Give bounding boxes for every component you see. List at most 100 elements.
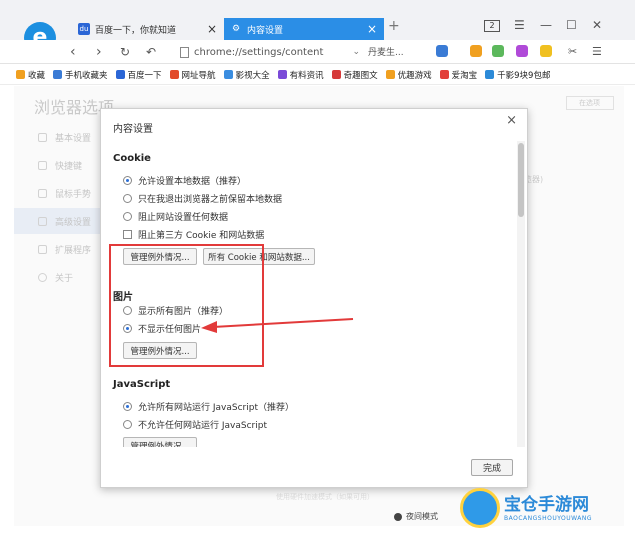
bookmark-label: 千影9块9包邮 (497, 70, 551, 81)
maximize-icon[interactable]: ☐ (566, 18, 577, 32)
moon-icon (394, 512, 402, 521)
info-icon (38, 272, 47, 282)
bookmark-icon (277, 70, 287, 79)
radio-button[interactable] (123, 176, 132, 185)
keyboard-icon (38, 160, 47, 170)
chevron-down-icon[interactable]: ⌄ (352, 47, 360, 57)
tab-count-badge[interactable]: 2 (484, 20, 500, 32)
tab-label: 百度一下，你就知道 (95, 25, 177, 36)
dialog-title: 内容设置 (113, 124, 153, 135)
tab-baidu[interactable]: du 百度一下，你就知道 × (72, 18, 224, 40)
sidebar-item-label: 扩展程序 (55, 245, 92, 256)
bookmark-item[interactable]: 有料资讯 (277, 69, 324, 81)
search-box[interactable]: 丹麦生... (368, 45, 404, 58)
undo-close-icon[interactable]: ↶ (146, 44, 156, 60)
sidebar-item-gestures[interactable]: 鼠标手势 (14, 180, 100, 206)
bookmark-icon (169, 70, 179, 79)
bookmark-label: 有料资讯 (289, 70, 324, 81)
watermark-logo: 宝仓手游网 BAOCANGSHOUYOUWANG (460, 488, 592, 528)
bookmark-icon (385, 70, 395, 79)
baidu-favicon-icon: du (78, 23, 90, 35)
extension-icon[interactable] (470, 45, 482, 57)
bookmark-label: 奇趣图文 (343, 70, 378, 81)
bookmark-label: 收藏 (28, 70, 46, 81)
close-window-icon[interactable]: ✕ (592, 18, 602, 32)
watermark-icon (460, 488, 500, 528)
sidebar-item-shortcuts[interactable]: 快捷键 (14, 152, 100, 178)
radio-button[interactable] (123, 420, 132, 429)
bookmark-label: 影视大全 (235, 70, 270, 81)
sidebar-item-label: 高级设置 (55, 217, 92, 228)
menu-icon[interactable]: ☰ (592, 45, 604, 58)
back-icon[interactable]: ‹ (70, 44, 76, 60)
sidebar-item-label: 鼠标手势 (55, 189, 92, 200)
option-label: 阻止第三方 Cookie 和网站数据 (138, 231, 265, 241)
settings-search-input[interactable]: 在选项 (566, 96, 614, 110)
scrollbar-thumb[interactable] (518, 143, 524, 217)
cookie-option-allow[interactable]: 允许设置本地数据（推荐） (123, 174, 246, 187)
apps-icon[interactable] (436, 45, 448, 57)
puzzle-icon (38, 244, 47, 254)
bookmark-icon (115, 70, 125, 79)
javascript-option-allow[interactable]: 允许所有网站运行 JavaScript（推荐） (123, 400, 294, 413)
bookmark-item[interactable]: 百度一下 (115, 69, 162, 81)
watermark-name: 宝仓手游网 (504, 494, 589, 515)
bookmark-icon (223, 70, 233, 79)
bookmark-item[interactable]: 优趣游戏 (385, 69, 432, 81)
reload-icon[interactable]: ↻ (120, 44, 130, 60)
close-icon[interactable]: × (506, 113, 517, 128)
tab-label: 内容设置 (247, 25, 284, 36)
cut-icon[interactable]: ✂ (568, 45, 580, 58)
close-tab-icon[interactable]: × (206, 22, 218, 36)
bookmark-item[interactable]: 网址导航 (169, 69, 216, 81)
extension-icon[interactable] (540, 45, 552, 57)
option-label: 阻止网站设置任何数据 (138, 213, 229, 223)
forward-icon[interactable]: › (96, 44, 102, 60)
sidebar-item-advanced[interactable]: 高级设置 (14, 208, 100, 234)
extension-icon[interactable] (516, 45, 528, 57)
cookie-option-block[interactable]: 阻止网站设置任何数据 (123, 210, 228, 223)
sidebar-item-basic[interactable]: 基本设置 (14, 124, 100, 150)
bookmark-item[interactable]: 千影9块9包邮 (485, 69, 550, 81)
sidebar-item-label: 基本设置 (55, 133, 92, 144)
cookie-option-session[interactable]: 只在我退出浏览器之前保留本地数据 (123, 192, 282, 205)
option-label: 只在我退出浏览器之前保留本地数据 (138, 195, 283, 205)
bookmark-item[interactable]: 奇趣图文 (331, 69, 378, 81)
option-label: 允许所有网站运行 JavaScript（推荐） (138, 403, 294, 413)
bookmark-item[interactable]: 手机收藏夹 (53, 69, 108, 81)
gear-icon (38, 216, 47, 226)
bookmark-icon (331, 70, 341, 79)
minimize-icon[interactable]: — (540, 18, 552, 32)
bookmarks-bar: 收藏 手机收藏夹 百度一下 网址导航 影视大全 有料资讯 奇趣图文 优趣游戏 爱淘宝 千影9块9包… (0, 65, 635, 85)
new-tab-button[interactable]: + (388, 18, 400, 34)
page-icon (180, 46, 189, 58)
extension-icon[interactable] (492, 45, 504, 57)
content-settings-dialog: 内容设置 × Cookie 允许设置本地数据（推荐） 只在我退出浏览器之前保留本… (100, 108, 528, 488)
javascript-exceptions-button[interactable]: 管理例外情况... (123, 437, 197, 447)
tab-content-settings[interactable]: ⚙ 内容设置 × (224, 18, 384, 40)
checkbox[interactable] (123, 230, 132, 239)
option-label: 允许设置本地数据（推荐） (138, 177, 247, 187)
done-button[interactable]: 完成 (471, 459, 513, 476)
title-bar: e du 百度一下，你就知道 × ⚙ 内容设置 × + 2 ☰ — ☐ ✕ (0, 0, 635, 54)
bookmark-item[interactable]: 爱淘宝 (439, 69, 478, 81)
cookie-block-third-party[interactable]: 阻止第三方 Cookie 和网站数据 (123, 228, 264, 241)
javascript-option-block[interactable]: 不允许任何网站运行 JavaScript (123, 418, 267, 431)
sidebar-item-about[interactable]: 关于 (14, 264, 100, 290)
star-icon (16, 70, 25, 79)
sidebar-item-label: 快捷键 (55, 161, 83, 172)
close-tab-icon[interactable]: × (366, 22, 378, 36)
radio-button[interactable] (123, 194, 132, 203)
night-mode-toggle[interactable]: 夜间模式 (394, 511, 438, 522)
menu-icon[interactable]: ☰ (514, 18, 525, 32)
bookmark-label: 手机收藏夹 (65, 70, 108, 81)
sidebar-item-extensions[interactable]: 扩展程序 (14, 236, 100, 262)
bookmark-label: 爱淘宝 (451, 70, 478, 81)
radio-button[interactable] (123, 212, 132, 221)
bookmark-item[interactable]: 收藏 (16, 69, 45, 81)
bookmark-label: 网址导航 (181, 70, 216, 81)
radio-button[interactable] (123, 402, 132, 411)
bookmark-icon (53, 70, 63, 79)
bookmark-item[interactable]: 影视大全 (223, 69, 270, 81)
address-bar[interactable]: chrome://settings/content ⌄ (180, 44, 360, 60)
